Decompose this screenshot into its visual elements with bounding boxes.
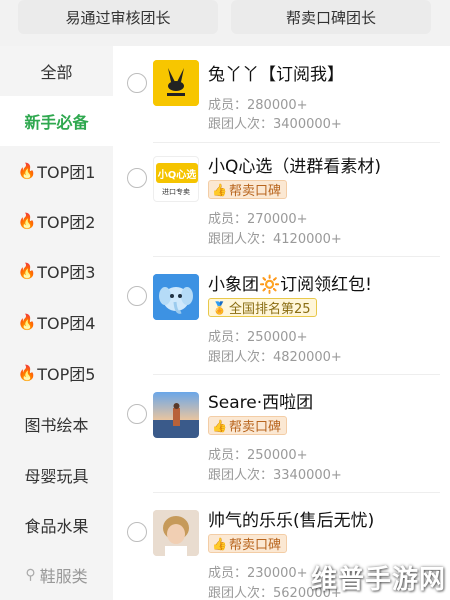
list-item[interactable]: Seare·西啦团 👍 帮卖口碑 成员：250000+ 跟团人次：3340000+: [113, 380, 450, 498]
group-title: 小象团🔆订阅领红包!: [208, 275, 372, 295]
group-list: 兔丫丫【订阅我】 成员：280000+ 跟团人次：3400000+ 小Q心选 进…: [113, 46, 450, 600]
top-filter-bar: 易通过审核团长 帮卖口碑团长: [0, 0, 450, 46]
sidebar-item-label: 鞋服类: [39, 567, 88, 586]
sidebar-item-label: 新手必备: [24, 113, 89, 132]
reputation-leader-button[interactable]: 帮卖口碑团长: [231, 0, 431, 34]
sidebar-item-baby-toys[interactable]: 母婴玩具: [0, 450, 113, 500]
easy-approval-leader-button[interactable]: 易通过审核团长: [18, 0, 218, 34]
select-radio[interactable]: [127, 522, 147, 542]
fire-icon: 🔥: [17, 162, 37, 180]
member-count: 成员：270000+: [208, 212, 308, 227]
follower-count: 跟团人次：4120000+: [208, 232, 342, 247]
list-item[interactable]: 小Q心选 进口专卖 小Q心选（进群看素材) 👍 帮卖口碑 成员：270000+ 跟…: [113, 144, 450, 262]
sidebar-item-label: 图书绘本: [24, 416, 89, 435]
sidebar-item-top4[interactable]: 🔥 TOP团4: [0, 297, 113, 347]
group-title: 帅气的乐乐(售后无忧): [208, 511, 375, 531]
select-radio[interactable]: [127, 404, 147, 424]
fire-icon: 🔥: [17, 313, 37, 331]
group-title: 兔丫丫【订阅我】: [208, 65, 344, 85]
sidebar-item-newbie[interactable]: 新手必备: [0, 96, 113, 146]
list-item[interactable]: 小象团🔆订阅领红包! 🏅 全国排名第25 成员：250000+ 跟团人次：4820…: [113, 262, 450, 380]
thumbs-up-icon: 👍: [212, 536, 227, 551]
group-title: Seare·西啦团: [208, 393, 314, 413]
thumbs-up-icon: 👍: [212, 182, 227, 197]
follower-count: 跟团人次：3400000+: [208, 117, 342, 132]
sidebar-item-label: 食品水果: [24, 517, 89, 536]
reputation-badge: 👍 帮卖口碑: [208, 180, 287, 199]
reputation-badge: 👍 帮卖口碑: [208, 416, 287, 435]
divider: [153, 256, 440, 257]
select-radio[interactable]: [127, 73, 147, 93]
medal-icon: 🏅: [212, 300, 227, 315]
sidebar-item-label: TOP团2: [37, 213, 96, 232]
group-avatar: [153, 60, 199, 106]
fire-icon: 🔥: [17, 364, 37, 382]
follower-count: 跟团人次：4820000+: [208, 350, 342, 365]
group-avatar: [153, 274, 199, 320]
sidebar-item-top1[interactable]: 🔥 TOP团1: [0, 146, 113, 196]
group-avatar: 小Q心选 进口专卖: [153, 156, 199, 202]
group-avatar: [153, 392, 199, 438]
reputation-badge: 👍 帮卖口碑: [208, 534, 287, 553]
sidebar-item-food-fruit[interactable]: 食品水果: [0, 500, 113, 550]
select-radio[interactable]: [127, 168, 147, 188]
sidebar-item-label: 母婴玩具: [24, 467, 89, 486]
hanger-icon: ⚲: [25, 567, 36, 583]
sidebar-item-label: TOP团3: [37, 263, 96, 282]
member-count: 成员：250000+: [208, 330, 308, 345]
sidebar-item-shoes-clothes[interactable]: ⚲ 鞋服类: [0, 550, 113, 600]
group-avatar: [153, 510, 199, 556]
sidebar-item-all[interactable]: 全部: [0, 46, 113, 96]
brand-subtitle: 进口专卖: [162, 188, 190, 196]
divider: [153, 374, 440, 375]
sidebar-item-top3[interactable]: 🔥 TOP团3: [0, 246, 113, 296]
select-radio[interactable]: [127, 286, 147, 306]
follower-count: 跟团人次：3340000+: [208, 468, 342, 483]
fire-icon: 🔥: [17, 212, 37, 230]
sidebar-item-top5[interactable]: 🔥 TOP团5: [0, 348, 113, 398]
watermark-text: 维普手游网: [310, 565, 446, 595]
fire-icon: 🔥: [17, 262, 37, 280]
member-count: 成员：230000+: [208, 566, 308, 581]
brand-logo: 小Q心选: [156, 163, 198, 183]
group-title: 小Q心选（进群看素材): [208, 157, 382, 177]
member-count: 成员：280000+: [208, 98, 308, 113]
sidebar-item-label: TOP团4: [37, 314, 96, 333]
category-sidebar: 全部 新手必备 🔥 TOP团1 🔥 TOP团2 🔥 TOP团3 🔥 TOP团4 🔥 TOP…: [0, 46, 113, 600]
thumbs-up-icon: 👍: [212, 418, 227, 433]
member-count: 成员：250000+: [208, 448, 308, 463]
sidebar-item-books[interactable]: 图书绘本: [0, 399, 113, 449]
divider: [153, 142, 440, 143]
divider: [153, 492, 440, 493]
rank-badge: 🏅 全国排名第25: [208, 298, 317, 317]
sidebar-item-top2[interactable]: 🔥 TOP团2: [0, 196, 113, 246]
sidebar-item-label: TOP团1: [37, 163, 96, 182]
sidebar-item-label: 全部: [40, 63, 73, 82]
sidebar-item-label: TOP团5: [37, 365, 96, 384]
